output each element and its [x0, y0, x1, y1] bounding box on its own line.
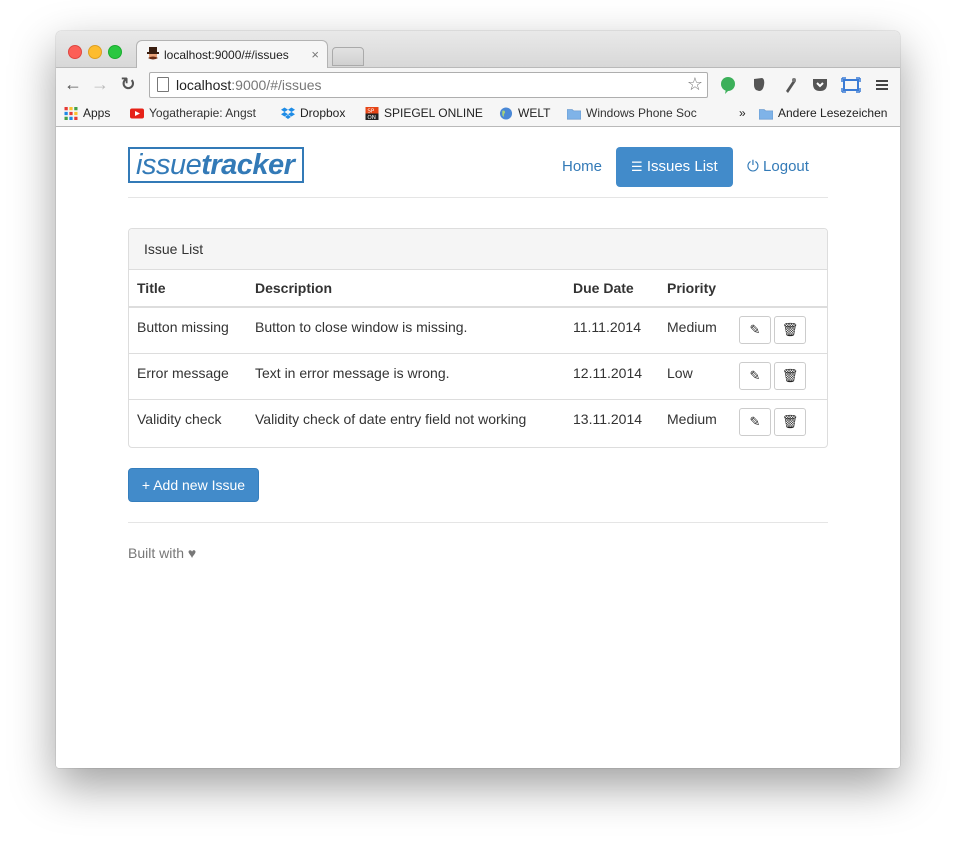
issue-description: Text in error message is wrong. — [247, 352, 565, 399]
footer-text: Built with — [128, 545, 185, 561]
folder-icon — [567, 108, 581, 119]
spiegel-icon: SP ON — [365, 106, 379, 120]
pencil-icon: ✎ — [749, 367, 761, 383]
tab-close-icon[interactable]: × — [311, 47, 319, 62]
bookmark-star-icon[interactable]: ☆ — [687, 74, 703, 95]
delete-button[interactable]: 🗑 — [774, 407, 806, 436]
issue-title: Error message — [129, 352, 247, 399]
close-window-button[interactable] — [68, 45, 82, 59]
browser-tab[interactable]: localhost:9000/#/issues × — [136, 40, 328, 69]
globe-icon — [499, 106, 513, 120]
issue-actions: ✎ 🗑 — [731, 398, 827, 445]
column-header-priority: Priority — [659, 270, 731, 308]
add-new-issue-button[interactable]: + Add new Issue — [128, 468, 259, 502]
pen-extension-icon[interactable] — [780, 75, 800, 95]
bookmark-other[interactable]: Andere Lesezeichen — [759, 106, 887, 120]
edit-button[interactable]: ✎ — [739, 316, 771, 344]
page-content: issuetracker Home ☰ Issues List ⏻ Logout… — [56, 127, 900, 768]
trash-icon: 🗑 — [781, 367, 799, 383]
pencil-icon: ✎ — [749, 413, 761, 429]
issue-due-date: 11.11.2014 — [573, 319, 641, 335]
app-navbar: issuetracker Home ☰ Issues List ⏻ Logout — [128, 127, 828, 198]
youtube-icon — [130, 108, 144, 118]
bookmarks-overflow-chevron-icon[interactable]: » — [739, 106, 746, 120]
column-header-title: Title — [129, 270, 247, 308]
address-bar[interactable]: localhost:9000/#/issues ☆ — [149, 72, 708, 98]
nav-issues-list[interactable]: ☰ Issues List — [616, 147, 733, 187]
issues-table: Title Description Due Date Priority Butt… — [129, 270, 827, 445]
svg-text:SP: SP — [367, 108, 375, 114]
mustache-hat-icon — [147, 47, 159, 60]
trash-icon: 🗑 — [781, 413, 799, 429]
table-row: Button missing Button to close window is… — [129, 307, 827, 353]
bookmark-welt[interactable]: WELT — [499, 106, 550, 120]
list-icon: ☰ — [631, 159, 643, 174]
footer: Built with ♥ — [128, 522, 828, 561]
table-row: Error message Text in error message is w… — [129, 352, 827, 399]
dropbox-icon — [281, 107, 295, 119]
tab-title: localhost:9000/#/issues — [164, 48, 289, 62]
panel-title: Issue List — [129, 229, 827, 270]
issue-actions: ✎ 🗑 — [731, 307, 827, 353]
column-header-description: Description — [247, 270, 565, 308]
green-leaf-extension-icon[interactable] — [718, 75, 738, 95]
heart-icon: ♥ — [187, 545, 197, 561]
page-icon — [157, 77, 169, 92]
issue-actions: ✎ 🗑 — [731, 352, 827, 399]
issue-due-date: 13.11.2014 — [565, 398, 659, 445]
new-tab-button[interactable] — [332, 47, 364, 66]
edit-button[interactable]: ✎ — [739, 407, 771, 436]
browser-window: localhost:9000/#/issues × ← → ↻ localhos… — [56, 31, 900, 768]
edit-button[interactable]: ✎ — [739, 361, 771, 390]
issue-due-date: 12.11.2014 — [565, 352, 659, 399]
svg-text:ON: ON — [367, 115, 376, 120]
issue-priority: Medium — [667, 319, 717, 335]
nav-logout[interactable]: ⏻ Logout — [732, 147, 824, 187]
issue-title: Button missing — [137, 319, 229, 335]
delete-button[interactable]: 🗑 — [774, 361, 806, 390]
reload-icon[interactable]: ↻ — [117, 74, 139, 96]
bookmark-dropbox[interactable]: Dropbox — [281, 106, 345, 120]
bookmark-windows-phone[interactable]: Windows Phone Soc — [567, 106, 697, 120]
minimize-window-button[interactable] — [88, 45, 102, 59]
issuetracker-logo[interactable]: issuetracker — [128, 147, 304, 183]
column-header-actions — [731, 270, 827, 308]
issue-description: Button to close window is missing. — [255, 319, 468, 335]
zoom-window-button[interactable] — [108, 45, 122, 59]
issue-list-panel: Issue List Title Description Due Date Pr… — [128, 228, 828, 448]
issue-title: Validity check — [129, 398, 247, 445]
bookmark-yogatherapie[interactable]: Yogatherapie: Angst — [130, 106, 256, 120]
apps-grid-icon — [64, 106, 78, 120]
forward-arrow-icon[interactable]: → — [89, 74, 111, 96]
evernote-icon[interactable] — [749, 75, 769, 95]
delete-button[interactable]: 🗑 — [774, 316, 806, 344]
power-icon: ⏻ — [747, 158, 759, 175]
table-row: Validity check Validity check of date en… — [129, 398, 827, 445]
bookmark-spiegel[interactable]: SP ON SPIEGEL ONLINE — [365, 106, 483, 120]
title-bar: localhost:9000/#/issues × — [56, 31, 900, 69]
issue-priority: Medium — [659, 398, 731, 445]
bookmarks-bar: Apps Yogatherapie: Angst Dropbox SP ON S… — [56, 101, 900, 127]
column-header-due-date: Due Date — [565, 270, 659, 308]
folder-icon — [759, 108, 773, 119]
trash-icon: 🗑 — [781, 322, 799, 337]
screen-capture-icon[interactable] — [841, 75, 861, 95]
address-url[interactable]: localhost:9000/#/issues — [176, 77, 322, 93]
nav-home[interactable]: Home — [547, 147, 617, 187]
issue-description: Validity check of date entry field not w… — [247, 398, 565, 445]
back-arrow-icon[interactable]: ← — [62, 74, 84, 96]
pencil-icon: ✎ — [749, 322, 761, 337]
pocket-icon[interactable] — [810, 75, 830, 95]
browser-toolbar: ← → ↻ localhost:9000/#/issues ☆ — [56, 68, 900, 101]
issue-priority: Low — [659, 352, 731, 399]
bookmark-apps[interactable]: Apps — [64, 106, 110, 120]
menu-hamburger-icon[interactable] — [872, 75, 892, 95]
